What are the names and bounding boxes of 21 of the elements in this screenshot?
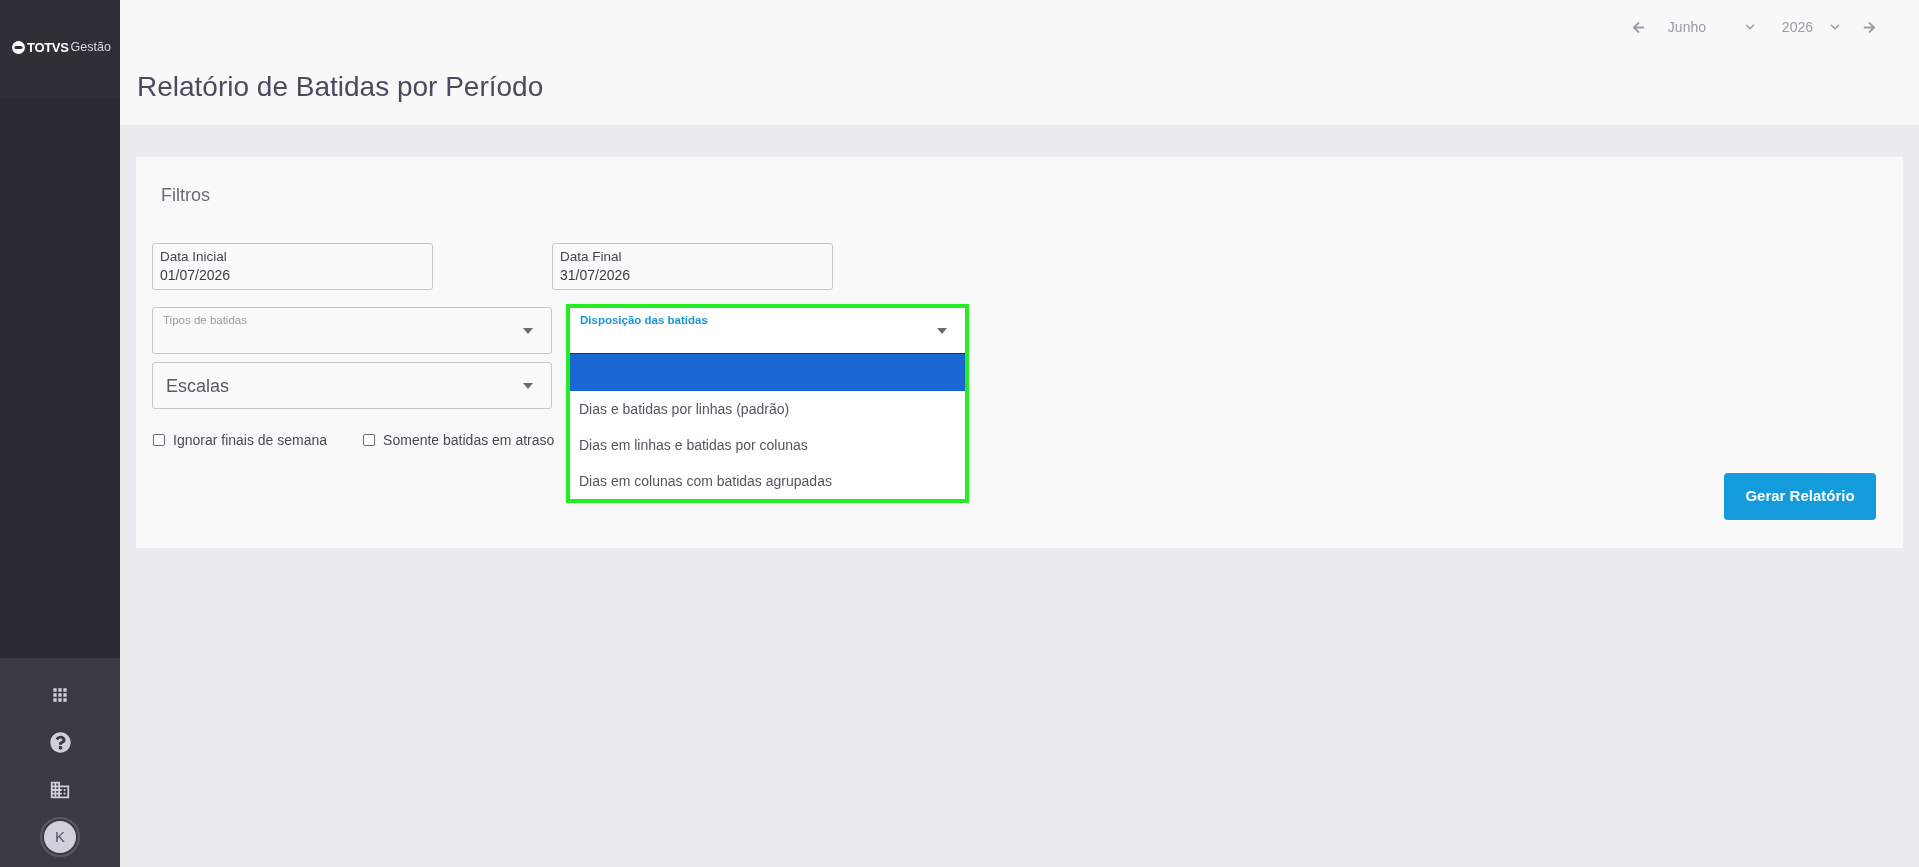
checkbox-label[interactable]: Ignorar finais de semana: [173, 430, 328, 450]
apps-grid-icon[interactable]: [50, 685, 70, 705]
checkbox[interactable]: [363, 434, 376, 446]
user-avatar[interactable]: K: [40, 817, 80, 857]
caret-icon: [523, 328, 533, 334]
arrow-left-icon[interactable]: [1631, 20, 1645, 34]
logo-icon: [12, 41, 25, 54]
arrow-right-icon[interactable]: [1863, 20, 1876, 34]
help-icon[interactable]: [49, 731, 71, 753]
product-name: Gestão: [70, 39, 111, 57]
date-field[interactable]: Data Inicial 01/07/2026: [152, 243, 433, 290]
building-icon[interactable]: [49, 779, 71, 801]
brand-name: TOTVS: [27, 38, 69, 57]
caret-icon: [937, 328, 947, 334]
caret-icon: [523, 382, 533, 389]
filters-title: Filtros: [161, 184, 210, 207]
page-title: Relatório de Batidas por Período: [137, 70, 544, 104]
select-field[interactable]: Escalas: [152, 362, 552, 409]
checkbox-label[interactable]: Somente batidas em atraso: [383, 430, 555, 450]
date-field[interactable]: Data Final 31/07/2026: [552, 243, 833, 290]
checkbox[interactable]: [153, 434, 165, 446]
